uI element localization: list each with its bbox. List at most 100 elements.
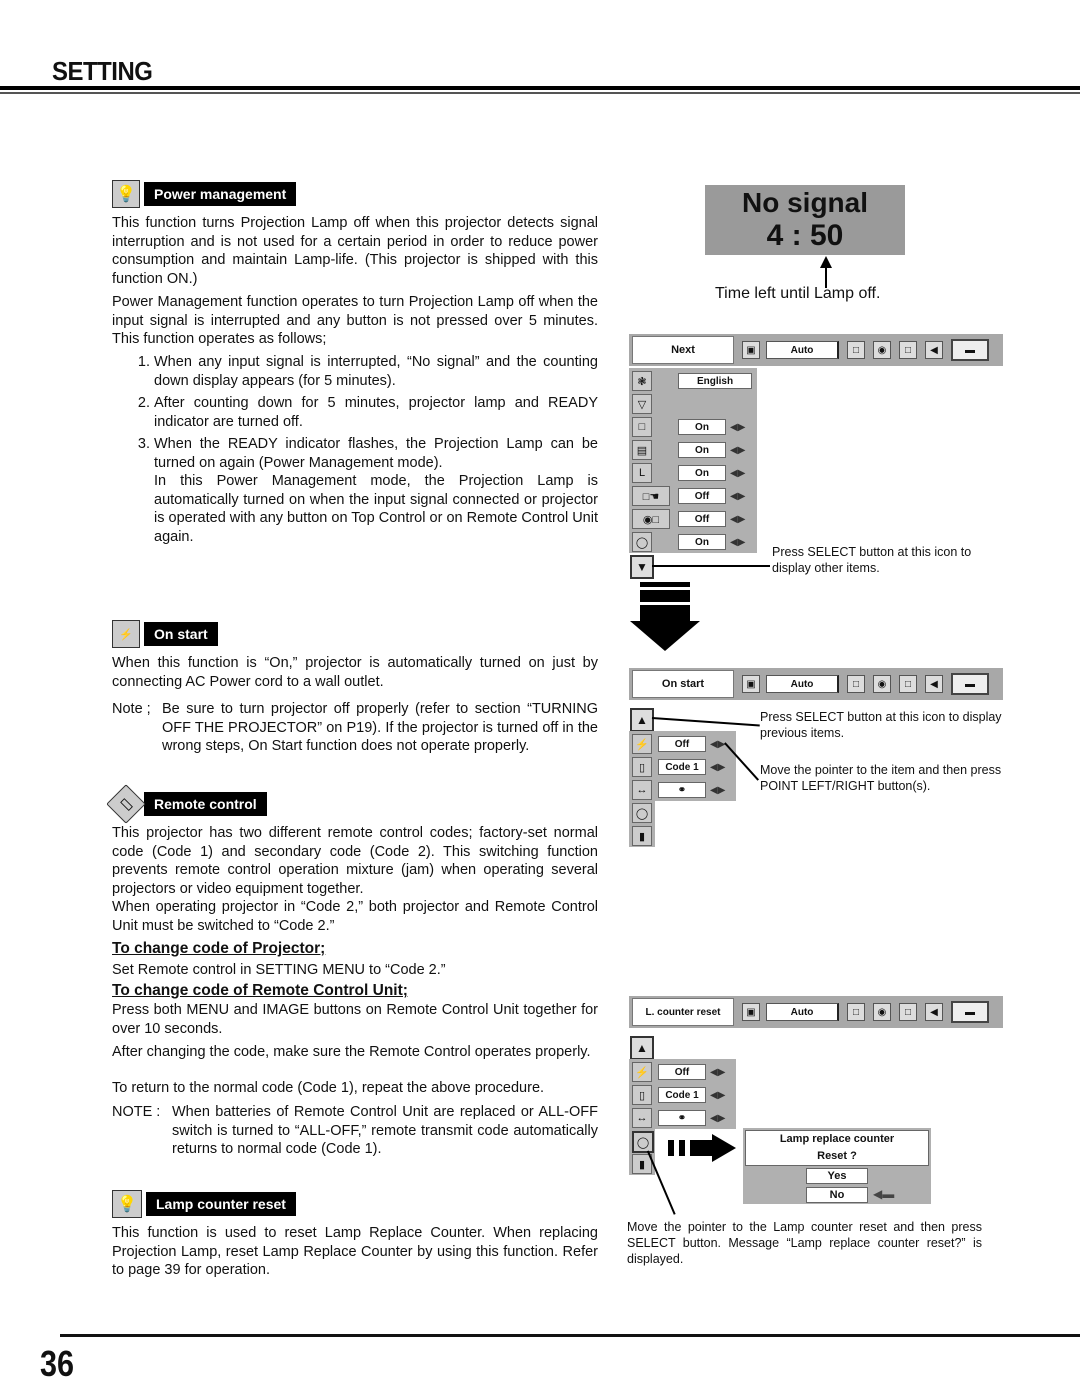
lamp-counter-reset-description: This function is used to reset Lamp Repl… [112,1225,598,1278]
lamp-reset-icon: 💡 [112,1190,142,1218]
osd-row[interactable]: □☚ Off ◀▶ [632,486,745,506]
screen-icon[interactable]: □ [899,675,917,693]
remote-control-icon: ▯ [632,757,652,777]
power-management-intro: This function turns Projection Lamp off … [112,215,598,287]
osd-row[interactable]: ◉□ Off ◀▶ [632,509,745,529]
osd-row[interactable]: □ On ◀▶ [632,417,745,437]
osd-row[interactable]: ◯ On ◀▶ [632,532,745,552]
left-right-arrows-icon[interactable]: ◀▶ [730,422,745,433]
left-right-arrows-icon[interactable]: ◀▶ [730,468,745,479]
pointer-icon: ↔ [632,1108,652,1128]
osd-row[interactable]: ❃ English [632,371,752,391]
callout-line [652,565,770,567]
section-header-on-start: ⚡ On start [112,620,218,648]
screen-icon[interactable]: □ [899,1003,917,1021]
dialog-yes-button[interactable]: Yes [806,1168,868,1184]
caption-arrow-head-icon [820,256,832,268]
arrow-bar [640,590,690,602]
osd-row[interactable]: ↔ ⚭ ◀▶ [632,1108,725,1128]
input-icon[interactable]: ▣ [742,1003,760,1021]
input-icon[interactable]: ▣ [742,675,760,693]
color-icon[interactable]: ◉ [873,341,891,359]
lamp-counter-icon[interactable]: ◯ [632,803,652,823]
sound-icon[interactable]: ◀ [925,675,943,693]
osd-auto-button[interactable]: Auto [766,1003,839,1021]
header-rule [0,86,1080,90]
dialog-no-button[interactable]: No [806,1187,868,1203]
osd-row[interactable]: ▽ [632,394,652,414]
arrow-dash [690,1140,712,1156]
section-label: Power management [144,182,297,206]
osd-row[interactable]: ▤ On ◀▶ [632,440,745,460]
osd-tab-lamp-counter-reset[interactable]: L. counter reset [632,998,734,1026]
color-icon[interactable]: ◉ [873,675,891,693]
step-item: 2. After counting down for 5 minutes, pr… [137,395,598,430]
lamp-reset-callout: Move the pointer to the Lamp counter res… [627,1220,982,1266]
subheading-remote-code: To change code of Remote Control Unit; [112,982,408,999]
osd-row[interactable]: ▯ Code 1 ◀▶ [632,1085,725,1105]
left-right-arrows-icon[interactable]: ◀▶ [710,785,725,796]
screen-icon[interactable]: □ [899,341,917,359]
osd-row[interactable]: ↔ ⚭ ◀▶ [632,780,725,800]
image-icon[interactable]: □ [847,341,865,359]
left-right-arrows-icon[interactable]: ◀▶ [730,491,745,502]
scroll-up-icon[interactable]: ▲ [630,708,654,732]
time-left-caption: Time left until Lamp off. [715,285,881,302]
footer-rule [60,1334,1080,1337]
step-item: 3. When the READY indicator flashes, the… [137,436,598,545]
power-management-steps: 1. When any input signal is interrupted,… [112,353,598,546]
image-icon[interactable]: □ [847,1003,865,1021]
remote-control-note: NOTE : When batteries of Remote Control … [112,1104,598,1157]
setting-icon[interactable]: ▬ [951,673,989,695]
osd-menu-bar-1: Next ▣ Auto □ ◉ □ ◀ ▬ [629,334,1003,366]
right-arrow-icon [712,1134,736,1162]
lamp-icon: 💡 [112,180,140,208]
setting-icon[interactable]: ▬ [951,339,989,361]
pointer-value: ⚭ [658,782,706,798]
page-number: 36 [40,1343,75,1384]
selection-pointer-icon: ◀▬ [873,1187,895,1201]
remote-control-code2-text: When operating projector in “Code 2,” bo… [112,899,598,934]
left-right-arrows-icon[interactable]: ◀▶ [710,739,725,750]
sound-icon[interactable]: ◀ [925,1003,943,1021]
left-right-arrows-icon[interactable]: ◀▶ [710,762,725,773]
arrow-bar [640,605,690,621]
osd-row[interactable]: ⚡ Off ◀▶ [632,1062,725,1082]
arrow-bar [640,582,690,587]
on-start-note: Note ; Be sure to turn projector off pro… [112,701,598,754]
osd-tab-on-start[interactable]: On start [632,670,734,698]
input-icon[interactable]: ▣ [742,341,760,359]
osd-row[interactable]: ▯ Code 1 ◀▶ [632,757,725,777]
display-icon: ▤ [632,440,652,460]
left-right-arrows-icon[interactable]: ◀▶ [710,1090,725,1101]
left-right-arrows-icon[interactable]: ◀▶ [730,537,745,548]
left-right-arrows-icon[interactable]: ◀▶ [730,514,745,525]
left-right-arrows-icon[interactable]: ◀▶ [710,1067,725,1078]
image-icon[interactable]: □ [847,675,865,693]
factory-default-icon[interactable]: ▮ [632,826,652,846]
lamp-counter-icon[interactable]: ◯ [632,1131,654,1153]
osd-menu-bar-3: L. counter reset ▣ Auto □ ◉ □ ◀ ▬ [629,996,1003,1028]
language-icon: ❃ [632,371,652,391]
scroll-up-icon[interactable]: ▲ [630,1036,654,1060]
osd-tab-next[interactable]: Next [632,336,734,364]
setting-icon[interactable]: ▬ [951,1001,989,1023]
osd-row[interactable]: L On ◀▶ [632,463,745,483]
section-header-power-management: 💡 Power management [112,180,297,208]
osd-row[interactable]: ⚡ Off ◀▶ [632,734,725,754]
left-right-arrows-icon[interactable]: ◀▶ [710,1113,725,1124]
osd-auto-button[interactable]: Auto [766,341,839,359]
left-right-arrows-icon[interactable]: ◀▶ [730,445,745,456]
remote-code-text: Press both MENU and IMAGE buttons on Rem… [112,1002,598,1037]
osd-auto-button[interactable]: Auto [766,675,839,693]
color-icon[interactable]: ◉ [873,1003,891,1021]
step-extra-text: In this Power Management mode, the Proje… [154,473,598,545]
callout-line [651,717,760,727]
scroll-down-icon[interactable]: ▼ [630,555,654,579]
return-normal-text: To return to the normal code (Code 1), r… [112,1080,545,1096]
section-label: On start [144,622,218,646]
section-label: Remote control [144,792,267,816]
step-item: 1. When any input signal is interrupted,… [137,354,598,389]
keystone-icon: ▽ [632,394,652,414]
sound-icon[interactable]: ◀ [925,341,943,359]
